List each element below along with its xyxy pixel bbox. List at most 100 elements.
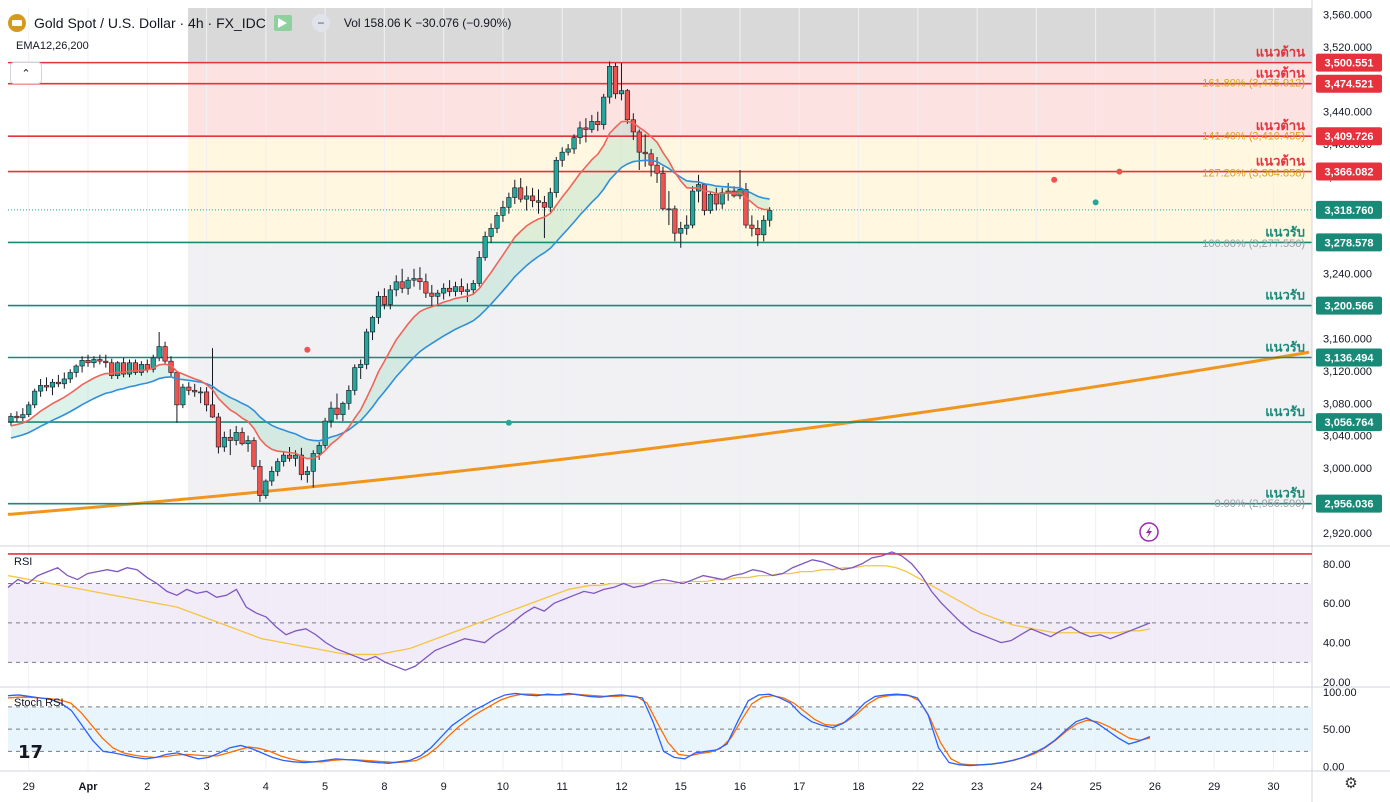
candle-body[interactable] bbox=[518, 187, 524, 200]
candle-body[interactable] bbox=[8, 415, 14, 423]
signal-dot-buy[interactable] bbox=[505, 419, 512, 426]
candle-body[interactable] bbox=[565, 148, 571, 153]
candle-body[interactable] bbox=[488, 228, 494, 237]
signal-dot-buy[interactable] bbox=[1092, 199, 1099, 206]
candle-body[interactable] bbox=[174, 372, 180, 406]
candle-body[interactable] bbox=[624, 90, 630, 121]
candle-body[interactable] bbox=[375, 296, 382, 318]
candle-body[interactable] bbox=[719, 192, 725, 205]
candle-body[interactable] bbox=[346, 389, 352, 404]
candle-body[interactable] bbox=[690, 190, 696, 226]
candle-body[interactable] bbox=[85, 360, 91, 364]
candle-body[interactable] bbox=[429, 292, 435, 297]
candle-body[interactable] bbox=[364, 331, 370, 365]
candle-body[interactable] bbox=[239, 432, 245, 445]
candle-body[interactable] bbox=[476, 257, 482, 284]
candle-body[interactable] bbox=[55, 381, 61, 385]
candle-body[interactable] bbox=[512, 187, 518, 198]
candle-body[interactable] bbox=[352, 367, 358, 391]
candle-body[interactable] bbox=[470, 283, 476, 291]
candle-body[interactable] bbox=[38, 385, 44, 392]
candle-body[interactable] bbox=[32, 390, 38, 406]
candle-body[interactable] bbox=[607, 66, 613, 98]
candle-body[interactable] bbox=[61, 378, 67, 385]
candle-body[interactable] bbox=[79, 360, 85, 367]
candle-body[interactable] bbox=[115, 362, 121, 377]
candle-body[interactable] bbox=[411, 278, 417, 281]
candle-body[interactable] bbox=[334, 407, 340, 415]
candle-body[interactable] bbox=[286, 454, 293, 459]
tradingview-logo-icon[interactable]: 17 bbox=[18, 742, 43, 763]
candle-body[interactable] bbox=[186, 386, 192, 391]
candle-body[interactable] bbox=[547, 192, 553, 208]
candle-body[interactable] bbox=[26, 404, 32, 415]
candle-body[interactable] bbox=[310, 453, 316, 472]
candle-body[interactable] bbox=[423, 281, 429, 294]
trading-chart[interactable]: 3,560.0003,520.0003,480.0003,440.0003,40… bbox=[0, 0, 1390, 802]
candle-body[interactable] bbox=[144, 364, 150, 370]
candle-body[interactable] bbox=[292, 454, 299, 459]
signal-dot-sell[interactable] bbox=[1116, 168, 1123, 175]
candle-body[interactable] bbox=[553, 159, 559, 193]
collapse-legend-button[interactable]: ⌃ bbox=[10, 62, 42, 84]
candle-body[interactable] bbox=[227, 436, 233, 441]
candle-body[interactable] bbox=[322, 420, 328, 446]
candle-body[interactable] bbox=[524, 195, 530, 200]
candle-body[interactable] bbox=[405, 279, 411, 289]
candle-body[interactable] bbox=[138, 364, 144, 373]
candle-body[interactable] bbox=[49, 381, 56, 388]
candle-body[interactable] bbox=[435, 292, 441, 297]
candle-body[interactable] bbox=[103, 360, 109, 364]
candle-body[interactable] bbox=[541, 202, 547, 208]
candle-body[interactable] bbox=[636, 131, 642, 153]
candle-body[interactable] bbox=[340, 402, 346, 415]
candle-body[interactable] bbox=[180, 386, 186, 406]
candle-body[interactable] bbox=[245, 440, 251, 445]
candle-body[interactable] bbox=[530, 195, 536, 202]
candle-body[interactable] bbox=[666, 208, 672, 211]
candle-body[interactable] bbox=[73, 365, 79, 373]
candle-body[interactable] bbox=[298, 454, 304, 475]
signal-dot-sell[interactable] bbox=[1051, 176, 1058, 183]
market-flag-icon[interactable] bbox=[273, 15, 292, 31]
symbol-title[interactable]: Gold Spot / U.S. Dollar · 4h · FX_IDC bbox=[34, 15, 266, 31]
candle-body[interactable] bbox=[660, 172, 666, 210]
candle-body[interactable] bbox=[399, 281, 405, 289]
candle-body[interactable] bbox=[269, 470, 275, 482]
candle-body[interactable] bbox=[381, 296, 387, 305]
candle-body[interactable] bbox=[672, 208, 678, 234]
candle-body[interactable] bbox=[156, 346, 162, 359]
settings-gear-icon[interactable]: ⚙ bbox=[1343, 776, 1359, 792]
candle-body[interactable] bbox=[678, 228, 684, 234]
candle-body[interactable] bbox=[749, 224, 755, 229]
candle-body[interactable] bbox=[204, 391, 210, 406]
candle-body[interactable] bbox=[701, 184, 708, 211]
candle-body[interactable] bbox=[571, 137, 577, 150]
candle-body[interactable] bbox=[369, 317, 376, 333]
stoch-rsi-pane-label[interactable]: Stoch RSI bbox=[14, 697, 64, 709]
candle-body[interactable] bbox=[257, 466, 263, 496]
candle-body[interactable] bbox=[452, 286, 459, 292]
candle-body[interactable] bbox=[684, 224, 690, 229]
indicator-label-ema[interactable]: EMA12,26,200 bbox=[16, 40, 89, 52]
candle-body[interactable] bbox=[612, 66, 619, 95]
candle-body[interactable] bbox=[417, 278, 423, 283]
candle-body[interactable] bbox=[233, 432, 239, 441]
candle-body[interactable] bbox=[494, 215, 500, 229]
candle-body[interactable] bbox=[559, 151, 565, 161]
candle-body[interactable] bbox=[482, 236, 488, 258]
candle-body[interactable] bbox=[162, 346, 168, 362]
candle-body[interactable] bbox=[209, 404, 216, 418]
candle-body[interactable] bbox=[304, 470, 310, 475]
candle-body[interactable] bbox=[393, 281, 399, 291]
candle-body[interactable] bbox=[761, 219, 767, 236]
candle-body[interactable] bbox=[767, 210, 773, 221]
candle-body[interactable] bbox=[506, 197, 512, 208]
candle-body[interactable] bbox=[221, 436, 227, 448]
signal-dot-sell[interactable] bbox=[304, 346, 311, 353]
candle-body[interactable] bbox=[316, 445, 322, 454]
candle-body[interactable] bbox=[67, 372, 73, 380]
candle-body[interactable] bbox=[14, 415, 20, 419]
candle-body[interactable] bbox=[192, 389, 198, 393]
candle-body[interactable] bbox=[589, 121, 595, 130]
